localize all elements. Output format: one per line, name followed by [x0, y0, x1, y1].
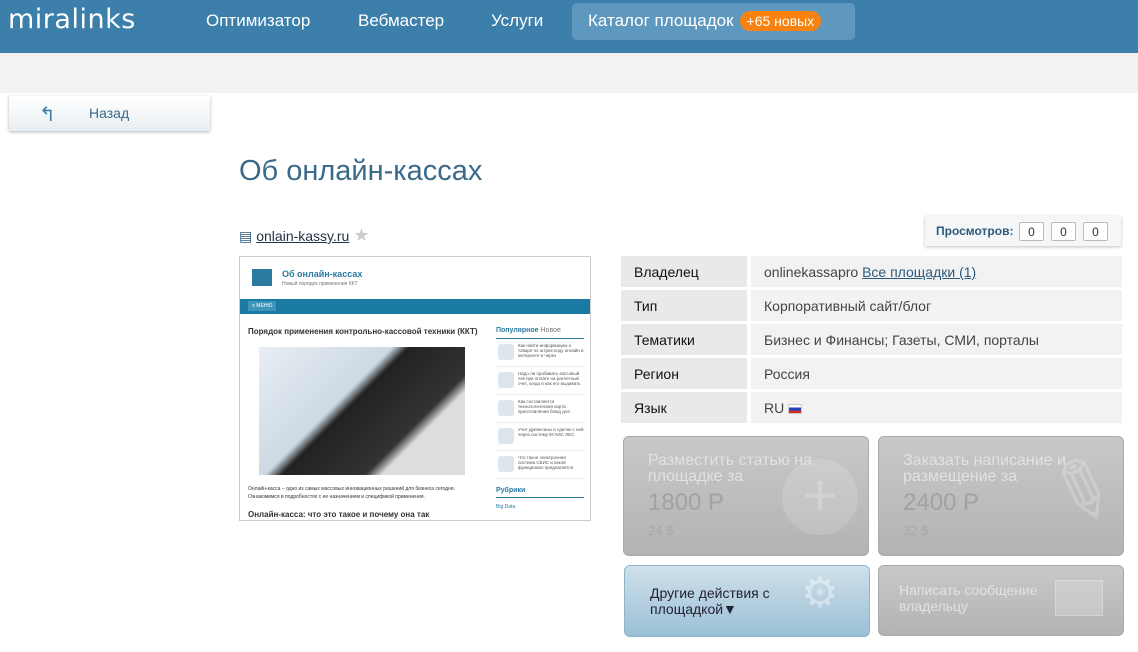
info-row-owner: Владелец onlinekassapro Все площадки (1): [621, 256, 1122, 287]
back-button[interactable]: ↰ Назад: [9, 96, 210, 131]
info-row-type: Тип Корпоративный сайт/блог: [621, 290, 1122, 321]
views-value: 0: [1051, 222, 1076, 241]
info-key: Тематики: [621, 324, 747, 355]
info-row-language: Язык RU: [621, 392, 1122, 423]
thumb-paragraph: Онлайн-касса – одно из самых массовых ин…: [248, 486, 455, 500]
nav-catalog-label: Каталог площадок: [588, 11, 734, 30]
views-value: 0: [1019, 222, 1044, 241]
thumb-rubric: Big Data: [496, 504, 516, 510]
info-row-topics: Тематики Бизнес и Финансы; Газеты, СМИ, п…: [621, 324, 1122, 355]
subheader-band: [0, 53, 1138, 93]
info-value: Бизнес и Финансы; Газеты, СМИ, порталы: [751, 324, 1122, 355]
order-title: Заказать написание и размещение за: [903, 452, 1066, 485]
views-value: 0: [1083, 222, 1108, 241]
thumb-tab-new: Новое: [540, 327, 561, 334]
thumb-menu: ≡ МЕНЮ: [248, 301, 277, 311]
thumb-tab-popular: Популярное: [496, 327, 539, 334]
order-price: 2400 Р: [903, 489, 980, 516]
gear-icon: ⚙: [801, 569, 839, 616]
nav-optimizer[interactable]: Оптимизатор: [206, 11, 310, 31]
thumb-logo-icon: [252, 269, 272, 286]
info-key: Язык: [621, 392, 747, 423]
views-counter: Просмотров: 0 0 0: [925, 216, 1121, 246]
nav-catalog[interactable]: Каталог площадок +65 новых: [572, 3, 855, 40]
favorite-star-icon[interactable]: ★: [353, 225, 369, 245]
thumb-side-item: Как составляется технологическая карта п…: [496, 395, 584, 423]
thumb-side-item: Учет древесины и сделок с ней через сист…: [496, 423, 584, 451]
thumb-headline: Порядок применения контрольно-кассовой т…: [248, 327, 478, 336]
order-price-usd: 32 $: [903, 523, 929, 538]
place-price: 1800 Р: [648, 489, 725, 516]
views-label: Просмотров:: [936, 224, 1014, 238]
thumb-image: [259, 347, 465, 475]
info-key: Владелец: [621, 256, 747, 287]
nav-webmaster[interactable]: Вебмастер: [358, 11, 444, 31]
order-writing-button[interactable]: ✎ Заказать написание и размещение за 240…: [878, 436, 1124, 556]
info-value: Корпоративный сайт/блог: [751, 290, 1122, 321]
site-link-row: ▤ onlain-kassy.ru ★: [239, 225, 370, 246]
thumb-side-item: Как найти информацию о товаре по штрих-к…: [496, 339, 584, 367]
page-title: Об онлайн-кассах: [239, 155, 483, 187]
thumb-rubrics: Рубрики: [496, 487, 584, 498]
owner-name: onlinekassapro: [764, 264, 859, 280]
place-title: Разместить статью на площадке за: [648, 452, 813, 485]
russia-flag-icon: [788, 404, 803, 415]
thumb-side-item: Надо ли пробивать кассовый чек при оплат…: [496, 367, 584, 395]
info-key: Тип: [621, 290, 747, 321]
message-owner-button[interactable]: Написать сообщение владельцу: [878, 565, 1124, 636]
site-domain-link[interactable]: onlain-kassy.ru: [256, 228, 349, 244]
thumb-side-item: Что такое электронная система СБИС и как…: [496, 451, 584, 479]
thumb-navbar: [240, 299, 590, 314]
top-header: miralinks Оптимизатор Вебмастер Услуги К…: [0, 0, 1138, 53]
all-sites-link[interactable]: Все площадки (1): [862, 264, 976, 280]
site-screenshot[interactable]: Об онлайн-кассах Новый порядок применени…: [239, 256, 591, 521]
back-arrow-icon: ↰: [39, 104, 56, 126]
info-row-region: Регион Россия: [621, 358, 1122, 389]
message-owner-label: Написать сообщение владельцу: [899, 582, 1038, 614]
logo[interactable]: miralinks: [8, 4, 136, 35]
thumb-sidebar: Популярное Новое Как найти информацию о …: [496, 327, 584, 510]
info-value: RU: [764, 400, 785, 416]
thumb-tagline: Новый порядок применения ККТ: [282, 281, 358, 287]
new-count-badge: +65 новых: [739, 11, 822, 31]
back-label: Назад: [89, 105, 130, 121]
place-article-button[interactable]: + Разместить статью на площадке за 1800 …: [623, 436, 869, 556]
other-actions-dropdown[interactable]: ⚙ Другие действия с площадкой▼: [624, 565, 870, 637]
place-price-usd: 24 $: [648, 523, 674, 538]
thumb-subheadline: Онлайн-касса: что это такое и почему она…: [248, 510, 430, 519]
other-actions-label: Другие действия с площадкой▼: [650, 585, 770, 617]
thumb-site-title: Об онлайн-кассах: [282, 269, 363, 279]
nav-services[interactable]: Услуги: [491, 11, 543, 31]
site-icon: ▤: [239, 228, 253, 244]
info-key: Регион: [621, 358, 747, 389]
envelope-icon: [1055, 580, 1103, 616]
info-value: Россия: [751, 358, 1122, 389]
